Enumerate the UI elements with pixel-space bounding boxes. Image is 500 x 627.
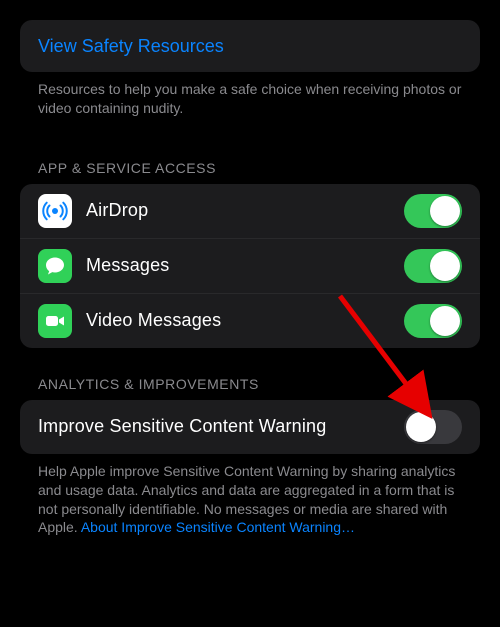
improve-scw-label: Improve Sensitive Content Warning — [38, 416, 404, 437]
app-access-header: APP & SERVICE ACCESS — [20, 142, 480, 184]
improve-scw-toggle[interactable] — [404, 410, 462, 444]
messages-icon — [38, 249, 72, 283]
messages-label: Messages — [86, 255, 404, 276]
airdrop-toggle[interactable] — [404, 194, 462, 228]
resources-card: View Safety Resources — [20, 20, 480, 72]
airdrop-label: AirDrop — [86, 200, 404, 221]
video-messages-label: Video Messages — [86, 310, 404, 331]
improve-scw-row: Improve Sensitive Content Warning — [20, 400, 480, 454]
app-access-card: AirDrop Messages — [20, 184, 480, 348]
airdrop-row: AirDrop — [20, 184, 480, 238]
analytics-card: Improve Sensitive Content Warning — [20, 400, 480, 454]
airdrop-icon — [38, 194, 72, 228]
view-safety-resources-row[interactable]: View Safety Resources — [20, 20, 480, 72]
video-messages-row: Video Messages — [20, 293, 480, 348]
video-messages-toggle[interactable] — [404, 304, 462, 338]
resources-footer: Resources to help you make a safe choice… — [20, 72, 480, 132]
resources-group: View Safety Resources Resources to help … — [20, 20, 480, 132]
analytics-header: ANALYTICS & IMPROVEMENTS — [20, 358, 480, 400]
messages-toggle[interactable] — [404, 249, 462, 283]
video-messages-icon — [38, 304, 72, 338]
view-safety-resources-label: View Safety Resources — [38, 36, 224, 57]
analytics-footer: Help Apple improve Sensitive Content War… — [20, 454, 480, 552]
messages-row: Messages — [20, 238, 480, 293]
about-improve-scw-link[interactable]: About Improve Sensitive Content Warning… — [81, 519, 355, 535]
app-access-group: APP & SERVICE ACCESS AirDrop — [20, 142, 480, 348]
analytics-group: ANALYTICS & IMPROVEMENTS Improve Sensiti… — [20, 358, 480, 552]
